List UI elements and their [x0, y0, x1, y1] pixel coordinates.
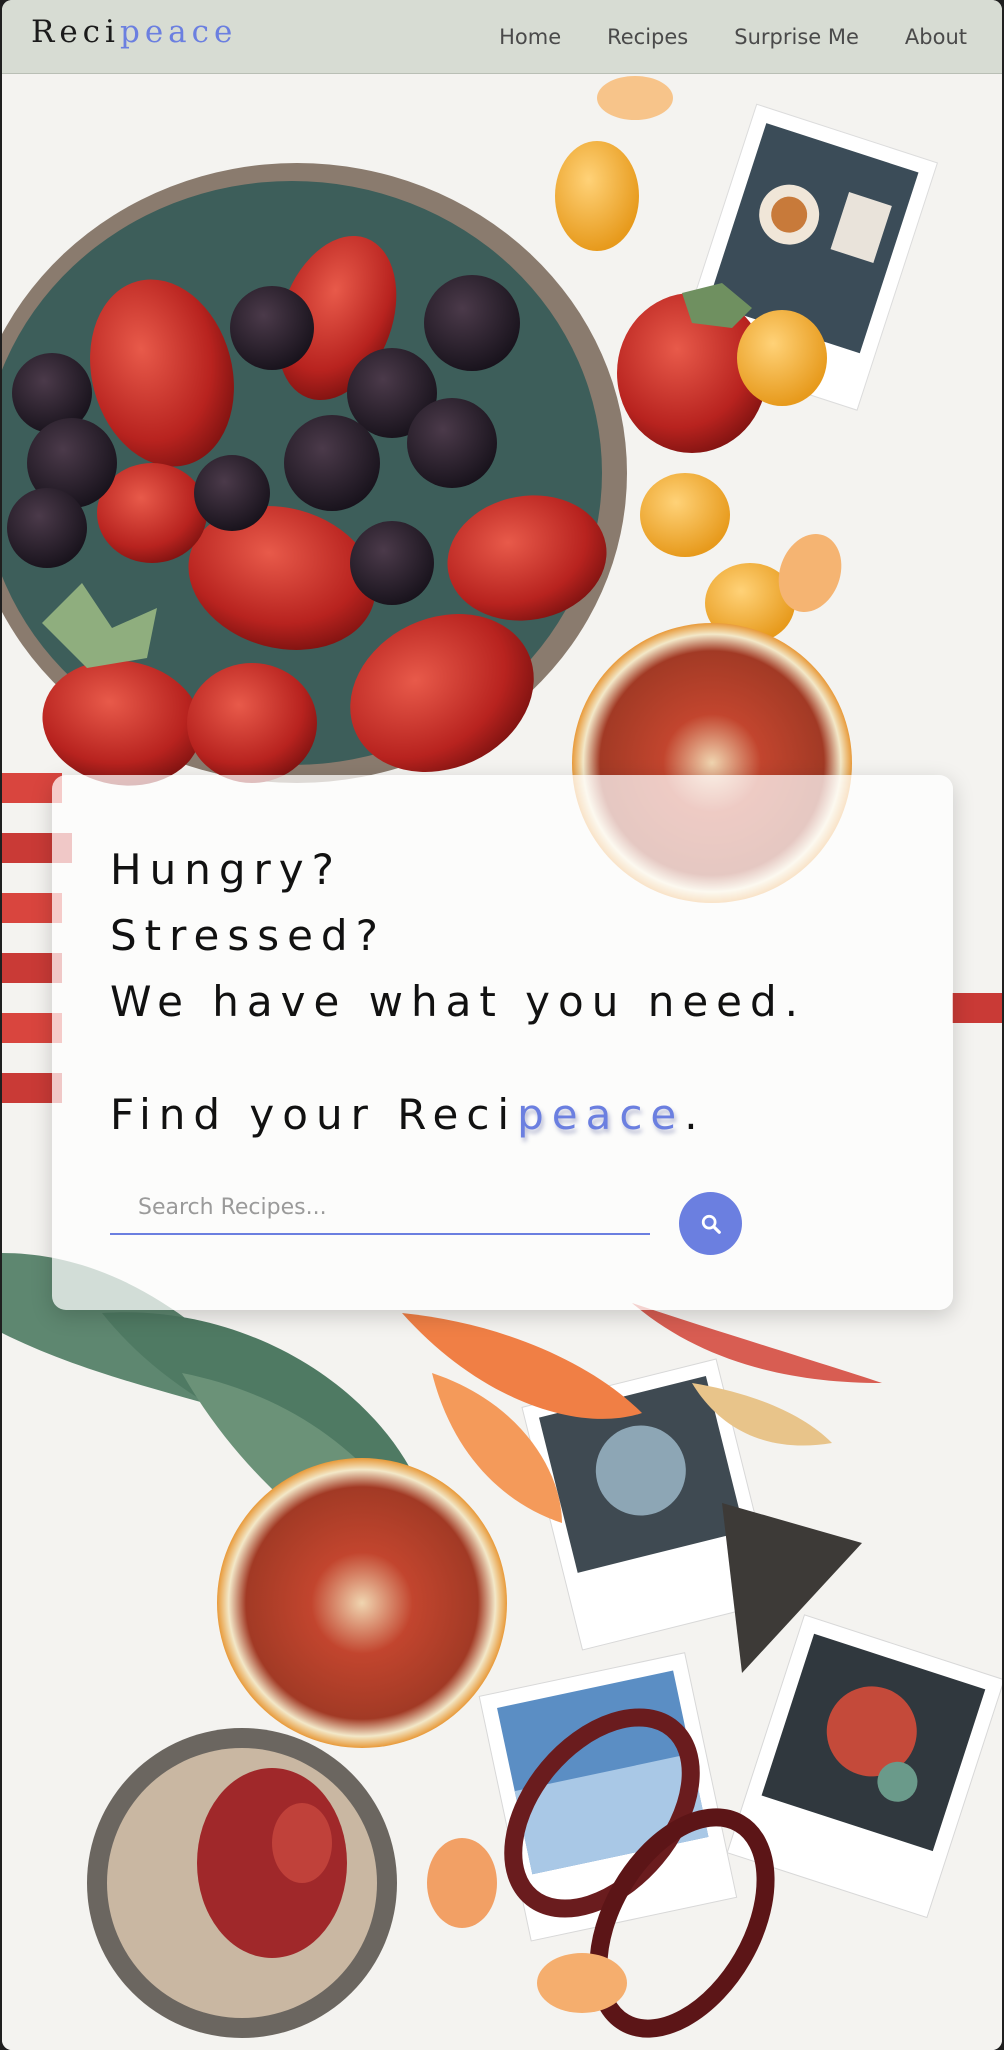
app-frame: Recipeace Home Recipes Surprise Me About [2, 0, 1002, 2050]
nav-link-about[interactable]: About [905, 25, 967, 49]
nav-link-home[interactable]: Home [499, 25, 561, 49]
nav-link-recipes[interactable]: Recipes [607, 25, 688, 49]
search-field [110, 1183, 650, 1235]
hero-line-we-have: We have what you need. [110, 977, 807, 1026]
hero-card: Hungry? Stressed? We have what you need.… [52, 775, 953, 1310]
hero-tagline: Find your Recipeace. [110, 1090, 706, 1139]
tagline-accent: peace [517, 1090, 685, 1139]
brand-accent: peace [119, 14, 238, 50]
search-input[interactable] [110, 1183, 650, 1231]
hero-line-hungry: Hungry? [110, 845, 342, 894]
brand-logo[interactable]: Recipeace [31, 14, 237, 50]
tagline-suffix: . [684, 1090, 706, 1139]
navbar: Recipeace Home Recipes Surprise Me About [2, 0, 1002, 74]
tagline-prefix: Find your Reci [110, 1090, 518, 1139]
nav-links: Home Recipes Surprise Me About [499, 0, 967, 73]
search-button[interactable] [679, 1192, 742, 1255]
hero-line-stressed: Stressed? [110, 911, 386, 960]
search-icon [701, 1214, 721, 1234]
nav-link-surprise-me[interactable]: Surprise Me [734, 25, 859, 49]
hero-heading: Hungry? Stressed? We have what you need. [110, 837, 806, 1035]
brand-prefix: Reci [31, 14, 120, 50]
